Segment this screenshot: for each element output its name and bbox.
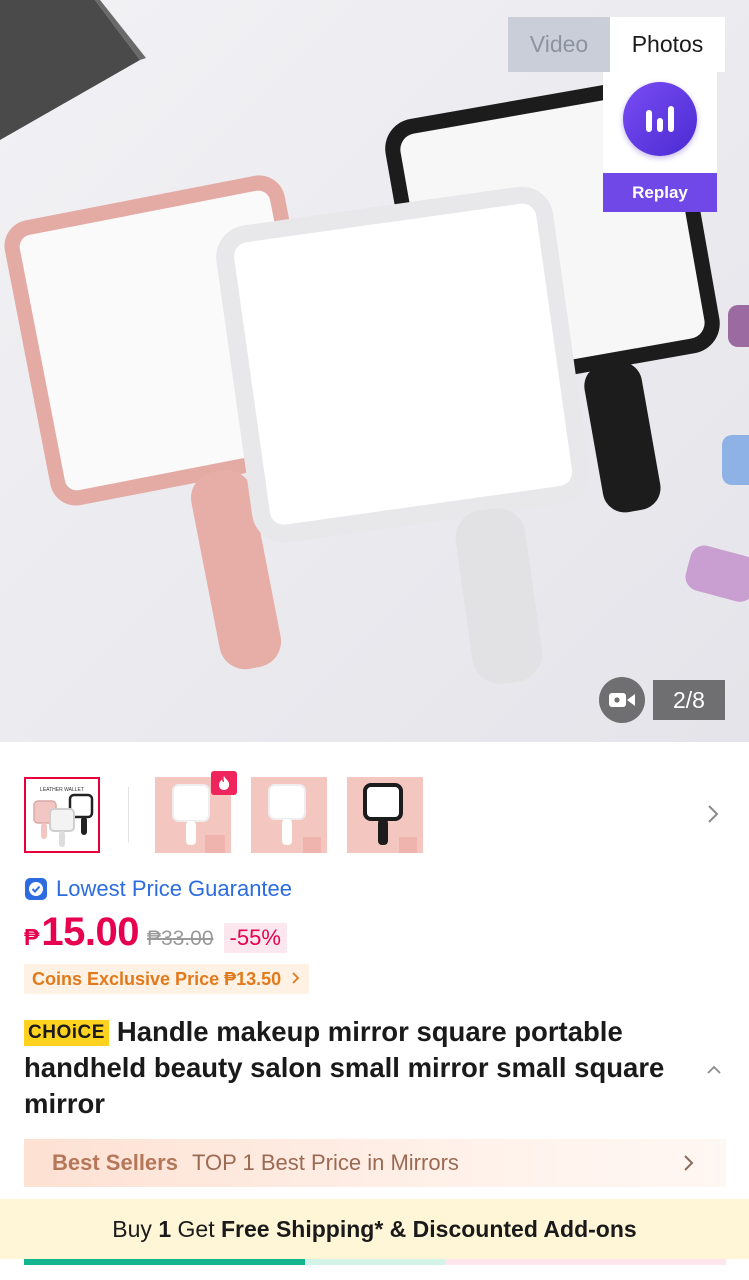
best-sellers-label: Best Sellers: [52, 1150, 178, 1175]
shipping-progress-fill: [24, 1259, 305, 1265]
lowest-price-guarantee[interactable]: Lowest Price Guarantee: [24, 874, 292, 904]
shipping-progress-bar: [24, 1259, 726, 1265]
shipping-count: 1: [158, 1215, 172, 1242]
shipping-progress-remaining: [445, 1259, 726, 1265]
shipping-progress-next: [305, 1259, 445, 1265]
coins-price-label: Coins Exclusive Price ₱13.50: [32, 968, 282, 989]
video-camera-icon[interactable]: [599, 677, 645, 723]
replay-button[interactable]: Replay: [603, 173, 717, 212]
chevron-right-icon[interactable]: [702, 800, 724, 828]
best-sellers-text: TOP 1 Best Price in Mirrors: [191, 1150, 459, 1175]
product-image-carousel[interactable]: Video Photos Replay 2/8: [0, 0, 749, 742]
thumbnail-image: LEATHER WALLET: [26, 779, 98, 851]
free-shipping-banner[interactable]: Buy 1 Get Free Shipping* & Discounted Ad…: [0, 1199, 749, 1259]
choice-badge: CHOiCE: [24, 1020, 109, 1046]
original-price: ₱33.00: [146, 927, 214, 950]
best-sellers-banner[interactable]: Best Sellers TOP 1 Best Price in Mirrors: [24, 1139, 726, 1187]
coins-exclusive-price[interactable]: Coins Exclusive Price ₱13.50: [24, 964, 310, 994]
shield-check-icon: [25, 878, 47, 900]
image-page-counter: 2/8: [653, 680, 725, 720]
thumbnail-image: [347, 777, 423, 853]
audio-bars-icon[interactable]: [623, 82, 697, 156]
shipping-middle: Get: [171, 1215, 221, 1242]
thumbnail-4[interactable]: [347, 777, 423, 853]
shipping-prefix: Buy: [112, 1215, 159, 1242]
shipping-highlight: Free Shipping* & Discounted Add-ons: [220, 1215, 637, 1242]
chevron-right-icon: [291, 969, 301, 990]
tab-video[interactable]: Video: [508, 17, 610, 72]
lowest-price-guarantee-label: Lowest Price Guarantee: [56, 876, 293, 901]
chevron-right-icon: [682, 1153, 696, 1173]
currency-symbol: ₱: [24, 924, 40, 950]
product-title-text: Handle makeup mirror square portable han…: [24, 1016, 665, 1119]
chevron-up-icon[interactable]: [704, 1060, 724, 1080]
thumbnail-divider: [128, 787, 129, 843]
price-row: ₱ 15.00 ₱33.00 -55%: [24, 910, 287, 960]
discount-badge: -55%: [223, 923, 287, 953]
current-price: 15.00: [41, 910, 139, 954]
thumbnail-1[interactable]: LEATHER WALLET: [24, 777, 100, 853]
replay-panel: Replay: [603, 72, 717, 212]
svg-text:LEATHER WALLET: LEATHER WALLET: [40, 787, 84, 793]
thumbnail-3[interactable]: [251, 777, 327, 853]
tab-photos[interactable]: Photos: [610, 17, 725, 72]
media-tabs: Video Photos: [508, 17, 725, 72]
product-title: CHOiCE Handle makeup mirror square portab…: [24, 1014, 680, 1122]
hot-flame-icon: [211, 771, 237, 795]
thumbnail-image: [251, 777, 327, 853]
